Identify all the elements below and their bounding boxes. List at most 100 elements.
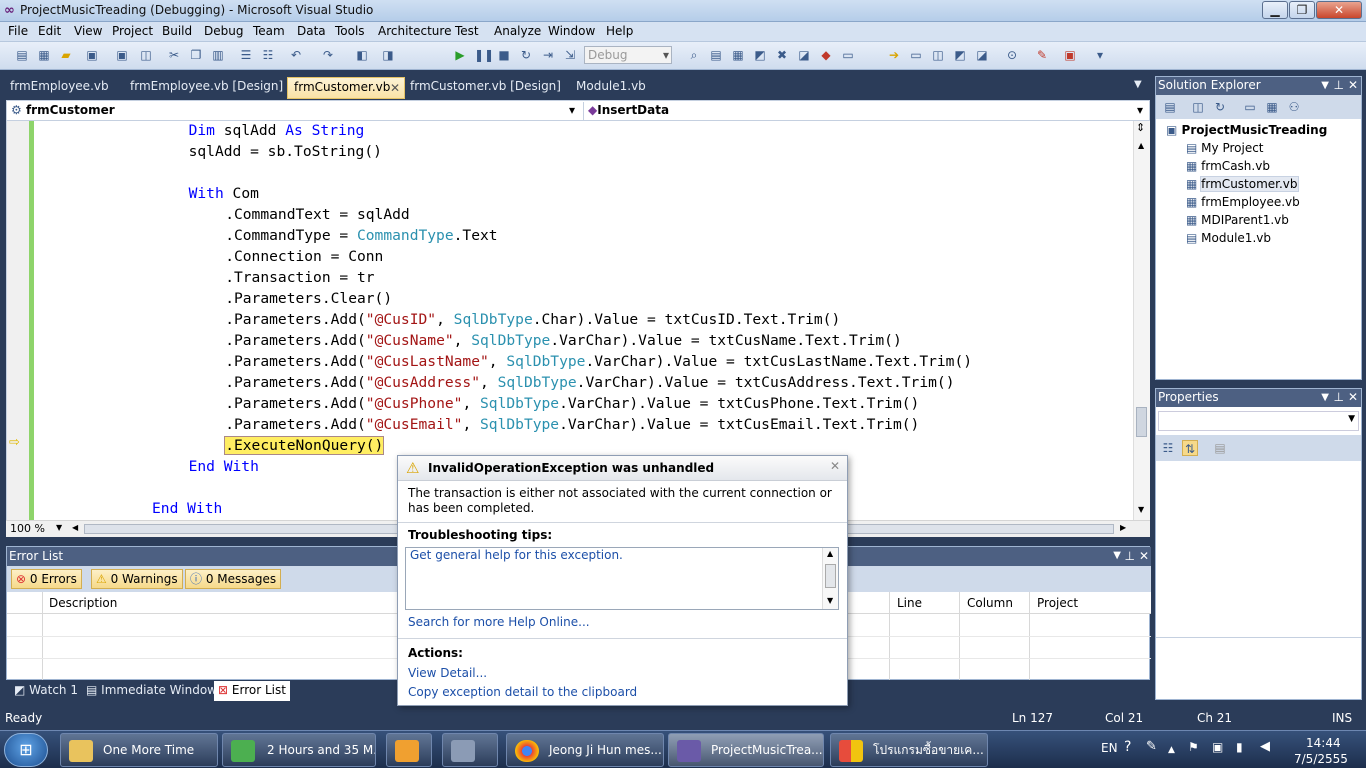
restart-icon[interactable]: ↻ xyxy=(518,47,534,63)
callstack-icon[interactable]: ◪ xyxy=(974,47,990,63)
property-pages-icon[interactable]: ▤ xyxy=(1212,440,1228,456)
menu-build[interactable]: Build xyxy=(162,24,192,38)
troubleshooting-tips-list[interactable]: Get general help for this exception. ▲ ▼ xyxy=(405,547,839,610)
task-thai-program[interactable]: โปรแกรมซื้อขายเค... xyxy=(830,733,988,767)
toolbar-overflow-icon[interactable]: ▾ xyxy=(1092,47,1108,63)
code-line[interactable]: .Parameters.Add("@CusLastName", SqlDbTyp… xyxy=(225,351,972,372)
pause-icon[interactable]: ❚❚ xyxy=(474,47,494,63)
maximize-button[interactable]: ❐ xyxy=(1289,1,1315,19)
menu-project[interactable]: Project xyxy=(112,24,153,38)
network-icon[interactable]: ▮ xyxy=(1236,740,1243,754)
navigate-back-icon[interactable]: ◧ xyxy=(354,47,370,63)
uncomment-icon[interactable]: ☷ xyxy=(260,47,276,63)
view-designer-icon[interactable]: ▦ xyxy=(1264,99,1280,115)
show-all-files-icon[interactable]: ◫ xyxy=(1190,99,1206,115)
object-browser-icon[interactable]: ◩ xyxy=(752,47,768,63)
tab-error-list[interactable]: ⊠ Error List xyxy=(214,681,290,701)
scroll-up-icon[interactable]: ▲ xyxy=(827,549,833,558)
minimize-button[interactable]: ▁ xyxy=(1262,1,1288,19)
code-line[interactable]: With Com xyxy=(189,183,259,204)
cut-icon[interactable]: ✂ xyxy=(166,47,182,63)
code-line[interactable]: .Transaction = tr xyxy=(225,267,374,288)
code-line[interactable]: sqlAdd = sb.ToString() xyxy=(189,141,382,162)
close-icon[interactable]: ✕ xyxy=(1348,389,1358,406)
tree-item-frmcustomer[interactable]: ▦ frmCustomer.vb xyxy=(1186,176,1299,192)
task-media-player[interactable] xyxy=(386,733,432,767)
save-all-files-icon[interactable]: ◫ xyxy=(138,47,154,63)
tab-frmemployee[interactable]: frmEmployee.vb xyxy=(4,77,115,99)
dropdown-icon[interactable]: ▼ xyxy=(1321,77,1329,94)
editor-vertical-scrollbar[interactable]: ⇕ ▲ ▼ xyxy=(1133,121,1150,520)
tab-dropdown-icon[interactable]: ▼ xyxy=(1134,79,1142,90)
object-selector[interactable]: ▼ xyxy=(1158,411,1359,431)
scroll-thumb[interactable] xyxy=(825,564,836,588)
categorized-icon[interactable]: ☷ xyxy=(1160,440,1176,456)
paste-icon[interactable]: ▥ xyxy=(210,47,226,63)
continue-icon[interactable]: ▶ xyxy=(452,47,468,63)
tab-frmcustomer-design[interactable]: frmCustomer.vb [Design] xyxy=(404,77,567,99)
view-code-icon[interactable]: ▭ xyxy=(1242,99,1258,115)
tree-project[interactable]: ▣ ProjectMusicTreading xyxy=(1166,123,1327,137)
messages-filter-button[interactable]: ⓘ 0 Messages xyxy=(185,569,282,589)
new-project-icon[interactable]: ▤ xyxy=(14,47,30,63)
code-line[interactable]: .ExecuteNonQuery() xyxy=(224,435,385,456)
scroll-right-icon[interactable]: ▶ xyxy=(1120,523,1126,532)
tree-item-mdiparent1[interactable]: ▦ MDIParent1.vb xyxy=(1186,213,1289,227)
scroll-up-icon[interactable]: ▲ xyxy=(1138,141,1144,150)
menu-file[interactable]: File xyxy=(8,24,28,38)
warnings-filter-button[interactable]: ⚠ 0 Warnings xyxy=(91,569,183,589)
save-icon[interactable]: ▣ xyxy=(84,47,100,63)
general-help-link[interactable]: Get general help for this exception. xyxy=(410,548,623,562)
volume-icon[interactable]: ◀ xyxy=(1260,739,1270,754)
properties-icon[interactable]: ▤ xyxy=(1162,99,1178,115)
editor-gutter[interactable] xyxy=(7,121,29,520)
output-icon[interactable]: ▭ xyxy=(840,47,856,63)
code-line[interactable]: .CommandType = CommandType.Text xyxy=(225,225,497,246)
start-button[interactable]: ⊞ xyxy=(4,733,48,767)
redo-icon[interactable]: ↷ xyxy=(320,47,336,63)
open-folder-icon[interactable]: ▰ xyxy=(58,47,74,63)
code-line[interactable]: .Parameters.Add("@CusEmail", SqlDbType.V… xyxy=(225,414,919,435)
step-into-icon[interactable]: ⇥ xyxy=(540,47,556,63)
code-line[interactable]: End With xyxy=(189,456,259,477)
code-line[interactable]: .Parameters.Add("@CusName", SqlDbType.Va… xyxy=(225,330,902,351)
pin-icon[interactable]: ⊥ xyxy=(1334,77,1344,94)
show-hidden-icons[interactable]: ▲ xyxy=(1168,745,1175,755)
menu-architecture[interactable]: Architecture xyxy=(378,24,451,38)
code-line[interactable]: .Parameters.Clear() xyxy=(225,288,392,309)
task-download[interactable]: 2 Hours and 35 M... xyxy=(222,733,376,767)
exception-close-button[interactable]: ✕ xyxy=(830,459,840,473)
code-line[interactable]: End With xyxy=(152,498,222,519)
scroll-down-icon[interactable]: ▼ xyxy=(827,596,833,605)
menu-edit[interactable]: Edit xyxy=(38,24,61,38)
save-all-icon[interactable]: ▣ xyxy=(114,47,130,63)
menu-window[interactable]: Window xyxy=(548,24,595,38)
toolbox-icon[interactable]: ✖ xyxy=(774,47,790,63)
code-line[interactable]: .CommandText = sqlAdd xyxy=(225,204,410,225)
stop-icon[interactable]: ■ xyxy=(496,47,512,63)
close-icon[interactable]: ✕ xyxy=(1348,77,1358,94)
split-icon[interactable]: ⇕ xyxy=(1136,121,1145,134)
class-diagram-icon[interactable]: ⚇ xyxy=(1286,99,1302,115)
locals-icon[interactable]: ◩ xyxy=(952,47,968,63)
tray-tool-icon[interactable]: ✎ xyxy=(1146,739,1157,754)
column-description[interactable]: Description xyxy=(49,596,117,610)
task-tools[interactable] xyxy=(442,733,498,767)
class-combo[interactable]: ⚙ frmCustomer ▾ xyxy=(11,102,577,120)
dropdown-icon[interactable]: ▼ xyxy=(1113,547,1121,565)
zoom-dropdown-icon[interactable]: ▼ xyxy=(56,523,62,532)
tab-watch-1[interactable]: ◩ Watch 1 xyxy=(10,681,82,701)
comment-icon[interactable]: ☰ xyxy=(238,47,254,63)
refresh-icon[interactable]: ↻ xyxy=(1212,99,1228,115)
properties-icon[interactable]: ▦ xyxy=(730,47,746,63)
task-visual-studio[interactable]: ProjectMusicTrea... xyxy=(668,733,824,767)
device-icon[interactable]: ▣ xyxy=(1212,740,1223,754)
windows-dropdown-icon[interactable]: ▣ xyxy=(1062,47,1078,63)
add-item-icon[interactable]: ▦ xyxy=(36,47,52,63)
solution-explorer-icon[interactable]: ▤ xyxy=(708,47,724,63)
copy-exception-link[interactable]: Copy exception detail to the clipboard xyxy=(408,685,637,699)
pin-icon[interactable]: ⊥ xyxy=(1125,547,1135,565)
menu-test[interactable]: Test xyxy=(455,24,479,38)
arrow-icon[interactable]: ➔ xyxy=(886,47,902,63)
scroll-down-icon[interactable]: ▼ xyxy=(1138,505,1144,514)
